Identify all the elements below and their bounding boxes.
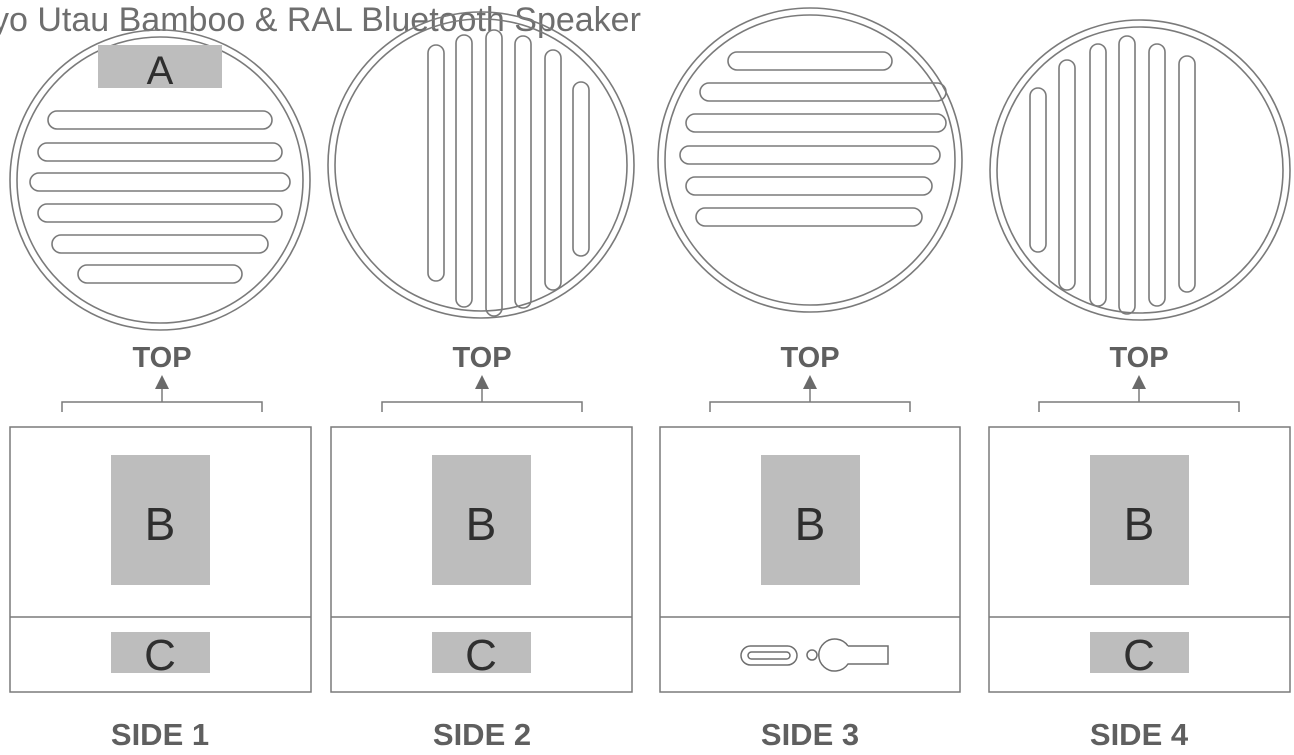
speaker-diagram: A TOP TOP TOP TOP B C B C B B C SIDE 1 S…	[9, 7, 1291, 752]
grille-slots	[679, 51, 947, 227]
grille-slots	[1029, 35, 1196, 315]
zone-b-label: B	[1124, 498, 1155, 550]
side-label: SIDE 1	[111, 717, 209, 752]
side-label: SIDE 2	[433, 717, 531, 752]
side-label: SIDE 4	[1090, 717, 1189, 752]
top-label: TOP	[452, 342, 511, 374]
top-view-side-1: A	[9, 29, 311, 331]
zone-b-label: B	[795, 498, 826, 550]
grille-slots	[29, 110, 291, 284]
arrow-up-icon	[475, 375, 489, 389]
top-label: TOP	[780, 342, 839, 374]
zone-b-label: B	[466, 498, 497, 550]
side-label: SIDE 3	[761, 717, 859, 752]
usb-c-port-icon	[740, 645, 798, 666]
arrow-up-icon	[803, 375, 817, 389]
led-indicator-icon	[806, 649, 818, 661]
grille-slots	[427, 29, 590, 317]
side-panel-2: B C	[330, 426, 633, 693]
side-panel-4: B C	[988, 426, 1291, 693]
zone-b-label: B	[145, 498, 176, 550]
top-view-side-3	[657, 7, 963, 313]
zone-c-label: C	[465, 631, 497, 680]
top-view-side-4	[989, 19, 1291, 321]
top-label: TOP	[1109, 342, 1168, 374]
side-panel-3: B	[659, 426, 961, 693]
side-panel-1: B C	[9, 426, 312, 693]
arrow-up-icon	[1132, 375, 1146, 389]
zone-c-label: C	[1123, 631, 1155, 680]
top-label: TOP	[132, 342, 191, 374]
top-view-side-2	[327, 11, 635, 319]
zone-a-label: A	[147, 49, 174, 93]
arrow-up-icon	[155, 375, 169, 389]
aux-jack-icon	[818, 638, 889, 672]
zone-c-label: C	[144, 631, 176, 680]
